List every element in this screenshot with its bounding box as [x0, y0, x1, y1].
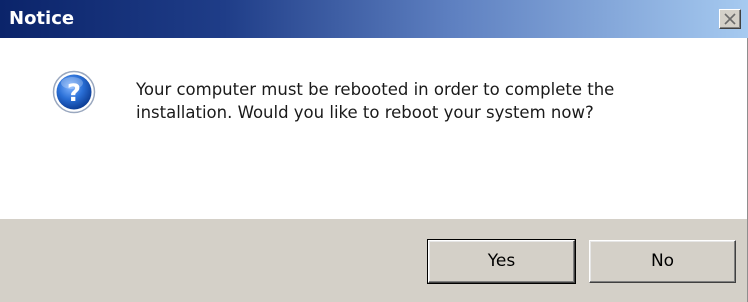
- yes-button[interactable]: Yes: [427, 239, 576, 284]
- title-bar[interactable]: Notice: [0, 0, 748, 38]
- notice-dialog: Notice ? Your computer must be rebooted …: [0, 0, 748, 302]
- message-text: Your computer must be rebooted in order …: [136, 78, 726, 124]
- question-icon: ?: [52, 70, 96, 114]
- close-icon: [724, 13, 736, 25]
- question-mark-glyph: ?: [67, 79, 81, 107]
- close-button[interactable]: [719, 9, 741, 29]
- dialog-title: Notice: [9, 8, 75, 29]
- dialog-content: [0, 38, 747, 219]
- message-line-1: Your computer must be rebooted in order …: [136, 80, 615, 99]
- no-button[interactable]: No: [589, 240, 736, 283]
- message-line-2: installation. Would you like to reboot y…: [136, 103, 594, 122]
